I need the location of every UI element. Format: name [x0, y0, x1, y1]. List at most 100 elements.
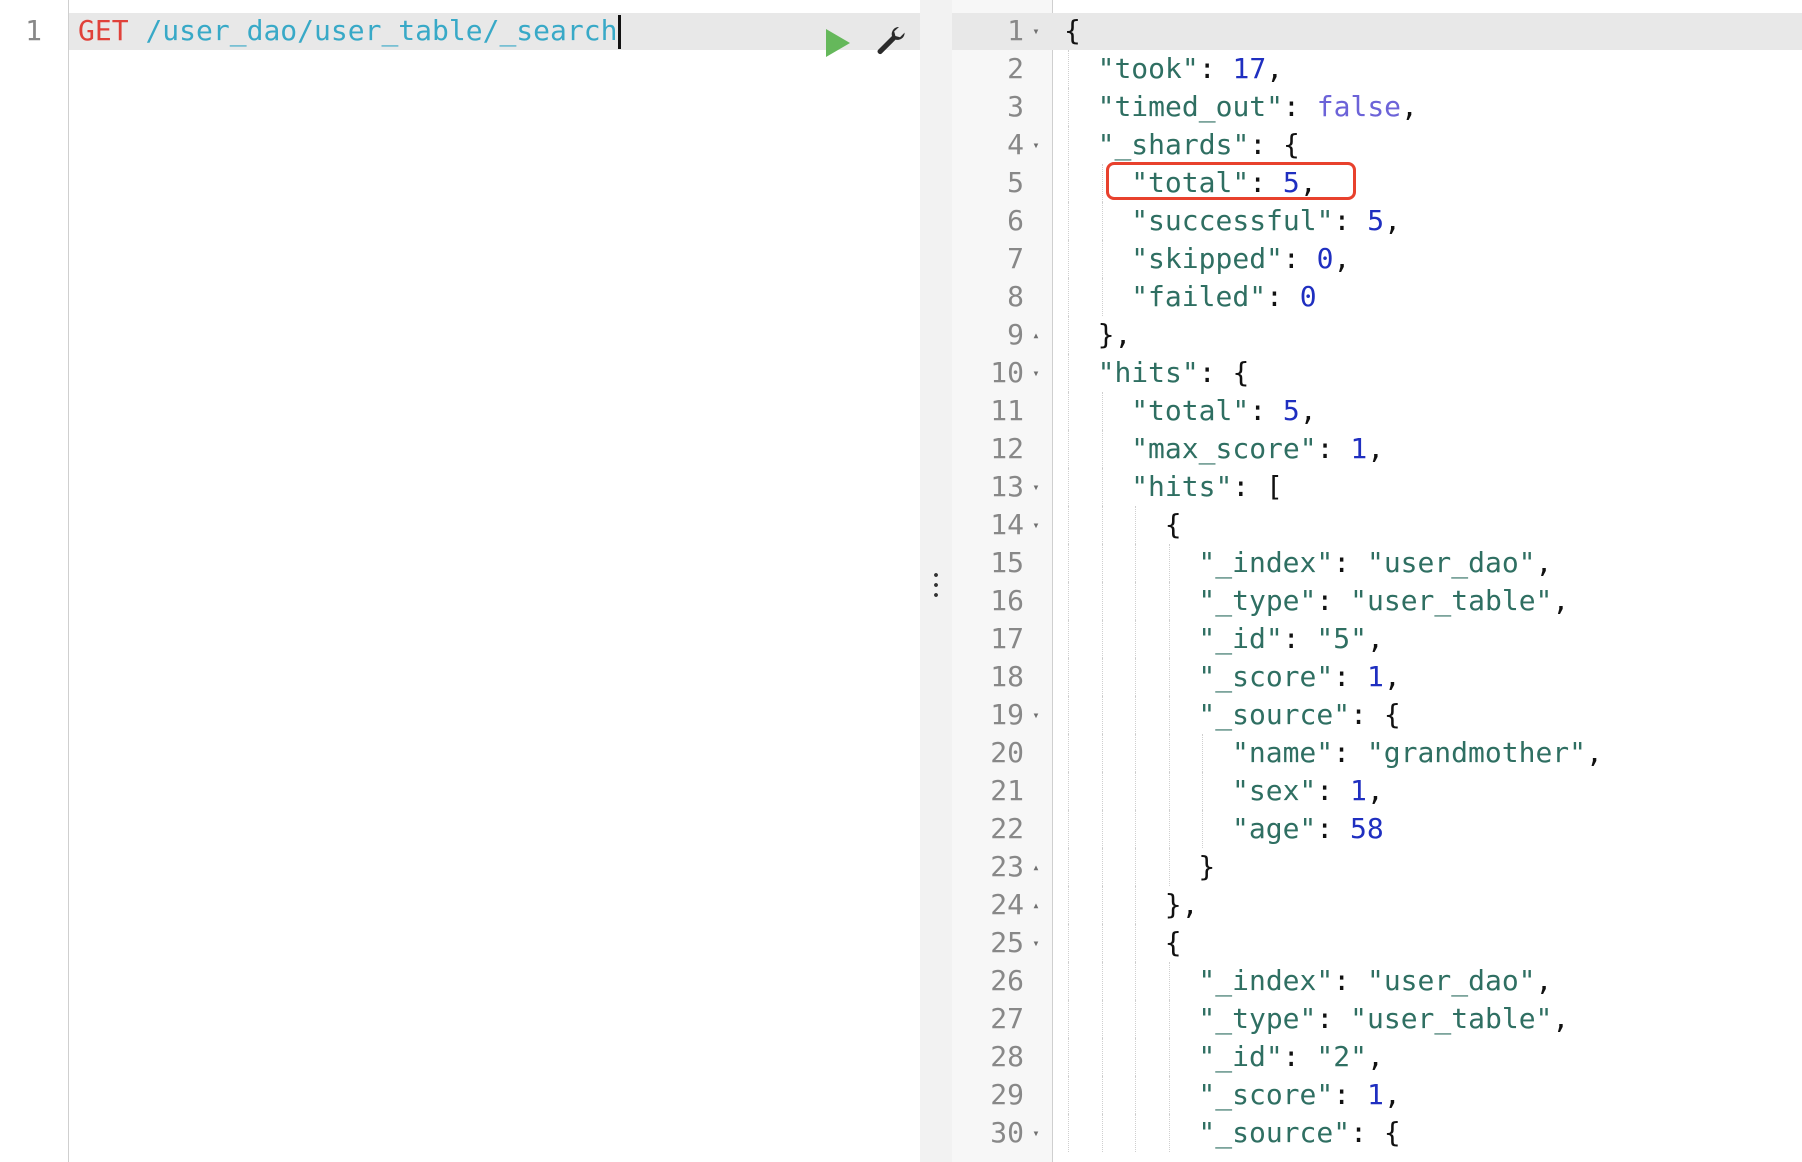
response-line[interactable]: 2 "took": 17, [952, 50, 1802, 88]
indent-guide [1101, 278, 1103, 316]
json-number-token: 1 [1350, 432, 1368, 465]
response-code[interactable]: "_index": "user_dao", [1198, 962, 1552, 1000]
request-line[interactable]: 1 GET /user_dao/user_table/_search [0, 12, 920, 50]
fold-down-icon[interactable]: ▾ [1028, 126, 1044, 164]
text-cursor [618, 15, 622, 49]
response-code[interactable]: "_type": "user_table", [1198, 582, 1569, 620]
response-line[interactable]: 24 ▴}, [952, 886, 1802, 924]
response-line[interactable]: 6 "successful": 5, [952, 202, 1802, 240]
fold-up-icon[interactable]: ▴ [1028, 848, 1044, 886]
response-line[interactable]: 10 ▾ "hits": { [952, 354, 1802, 392]
response-line[interactable]: 21 "sex": 1, [952, 772, 1802, 810]
response-code[interactable]: { [1064, 12, 1081, 50]
response-code[interactable]: "hits": { [1098, 354, 1250, 392]
play-icon[interactable] [826, 29, 850, 57]
response-line[interactable]: 15 "_index": "user_dao", [952, 544, 1802, 582]
response-code[interactable]: "name": "grandmother", [1232, 734, 1603, 772]
response-code[interactable]: { [1165, 924, 1182, 962]
response-line[interactable]: 18 "_score": 1, [952, 658, 1802, 696]
response-line[interactable]: 1 ▾ { [952, 12, 1802, 50]
json-string-token: "user_dao" [1366, 546, 1536, 579]
response-code[interactable]: "skipped": 0, [1131, 240, 1350, 278]
response-code[interactable]: "_id": "5", [1198, 620, 1383, 658]
fold-down-icon[interactable]: ▾ [1028, 12, 1044, 50]
response-line[interactable]: 30 ▾ "_source": { [952, 1114, 1802, 1152]
response-code[interactable]: "total": 5, [1131, 164, 1316, 202]
json-key-token: "skipped" [1131, 242, 1283, 275]
response-line[interactable]: 13 ▾ "hits": [ [952, 468, 1802, 506]
response-line[interactable]: 9 ▴}, [952, 316, 1802, 354]
response-line[interactable]: 3 "timed_out": false, [952, 88, 1802, 126]
response-code[interactable]: }, [1165, 886, 1199, 924]
fold-down-icon[interactable]: ▾ [1028, 696, 1044, 734]
line-number: 1 [25, 14, 42, 47]
request-editor[interactable]: 1 GET /user_dao/user_table/_search [0, 0, 920, 1162]
response-code[interactable]: "_source": { [1198, 1114, 1400, 1152]
fold-down-icon[interactable]: ▾ [1028, 924, 1044, 962]
pane-resize-handle[interactable] [920, 0, 952, 1162]
response-line[interactable]: 11 "total": 5, [952, 392, 1802, 430]
response-line[interactable]: 19 ▾ "_source": { [952, 696, 1802, 734]
response-code[interactable]: "failed": 0 [1131, 278, 1316, 316]
wrench-icon[interactable] [873, 24, 907, 58]
json-string-token: "user_dao" [1366, 964, 1536, 997]
response-code[interactable]: "successful": 5, [1131, 202, 1401, 240]
response-code[interactable]: "_shards": { [1098, 126, 1300, 164]
response-line[interactable]: 27 "_type": "user_table", [952, 1000, 1802, 1038]
json-number-token: 17 [1232, 52, 1267, 85]
json-key-token: "_type" [1198, 584, 1317, 617]
response-code[interactable]: "took": 17, [1098, 50, 1283, 88]
fold-up-icon[interactable]: ▴ [1028, 316, 1044, 354]
fold-down-icon[interactable]: ▾ [1028, 354, 1044, 392]
response-code[interactable]: "total": 5, [1131, 392, 1316, 430]
response-line[interactable]: 26 "_index": "user_dao", [952, 962, 1802, 1000]
response-code[interactable]: "age": 58 [1232, 810, 1384, 848]
response-line[interactable]: 8 "failed": 0 [952, 278, 1802, 316]
response-code[interactable]: } [1198, 848, 1215, 886]
response-code[interactable]: "_score": 1, [1198, 1076, 1400, 1114]
response-line[interactable]: 17 "_id": "5", [952, 620, 1802, 658]
fold-down-icon[interactable]: ▾ [1028, 1114, 1044, 1152]
response-code[interactable]: }, [1098, 316, 1132, 354]
response-line[interactable]: 29 "_score": 1, [952, 1076, 1802, 1114]
indent-guide [1101, 164, 1103, 202]
fold-down-icon[interactable]: ▾ [1028, 506, 1044, 544]
response-code[interactable]: "_score": 1, [1198, 658, 1400, 696]
response-code[interactable]: "timed_out": false, [1098, 88, 1418, 126]
response-code[interactable]: "hits": [ [1131, 468, 1283, 506]
line-number: 5 [1007, 166, 1024, 199]
line-number: 11 [990, 394, 1024, 427]
response-code[interactable]: "sex": 1, [1232, 772, 1384, 810]
response-line[interactable]: 5 "total": 5, [952, 164, 1802, 202]
json-punc-token: : { [1198, 356, 1250, 389]
response-code[interactable]: "_source": { [1198, 696, 1400, 734]
indent-guide [1135, 506, 1137, 544]
response-line[interactable]: 14 ▾ { [952, 506, 1802, 544]
json-key-token: "hits" [1131, 470, 1233, 503]
indent-guide [1068, 582, 1069, 620]
response-line[interactable]: 16 "_type": "user_table", [952, 582, 1802, 620]
response-code[interactable]: "_type": "user_table", [1198, 1000, 1569, 1038]
fold-down-icon[interactable]: ▾ [1028, 468, 1044, 506]
response-line[interactable]: 20 "name": "grandmother", [952, 734, 1802, 772]
fold-up-icon[interactable]: ▴ [1028, 886, 1044, 924]
response-code[interactable]: "_index": "user_dao", [1198, 544, 1552, 582]
response-line[interactable]: 25 ▾ { [952, 924, 1802, 962]
response-line[interactable]: 7 "skipped": 0, [952, 240, 1802, 278]
indent-guide [1101, 202, 1103, 240]
response-code[interactable]: "_id": "2", [1198, 1038, 1383, 1076]
json-punc-token: , [1383, 660, 1401, 693]
indent-guide [1101, 582, 1103, 620]
response-line[interactable]: 23 ▴} [952, 848, 1802, 886]
request-code[interactable]: GET /user_dao/user_table/_search [78, 12, 622, 50]
response-line[interactable]: 22 "age": 58 [952, 810, 1802, 848]
response-line[interactable]: 28 "_id": "2", [952, 1038, 1802, 1076]
indent-guide [1068, 278, 1069, 316]
response-code[interactable]: "max_score": 1, [1131, 430, 1384, 468]
indent-guide [1101, 1000, 1103, 1038]
response-line[interactable]: 4 ▾ "_shards": { [952, 126, 1802, 164]
line-number: 10 [990, 356, 1024, 389]
response-line[interactable]: 12 "max_score": 1, [952, 430, 1802, 468]
response-code[interactable]: { [1165, 506, 1182, 544]
response-viewer[interactable]: 1 ▾{2 "took": 17, 3 "timed_out": false, 4 ▾ "_s… [952, 0, 1802, 1162]
